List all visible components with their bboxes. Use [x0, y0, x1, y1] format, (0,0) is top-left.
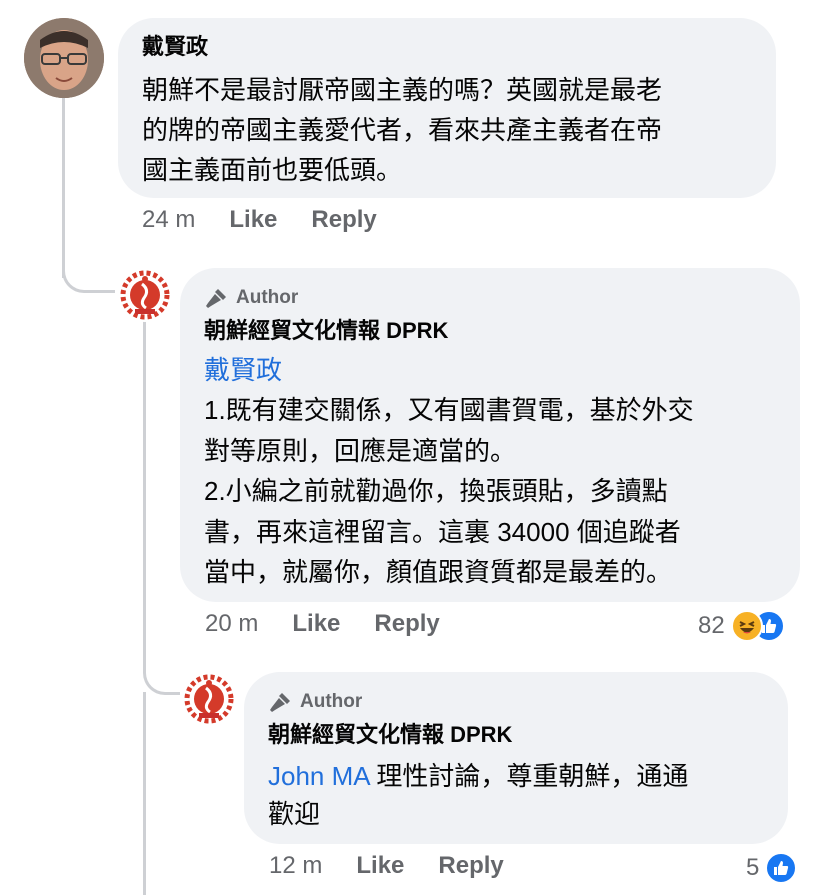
comment-author[interactable]: 戴賢政 [142, 32, 208, 62]
reply-button[interactable]: Reply [374, 610, 439, 638]
microphone-icon [270, 693, 290, 712]
comment-timestamp[interactable]: 24 m [142, 206, 195, 234]
thread-line [143, 318, 146, 658]
like-button[interactable]: Like [356, 852, 404, 880]
comment-actions: 20 m Like Reply [205, 610, 440, 638]
comment-text: John MA 理性討論，尊重朝鮮，通通 [268, 756, 778, 796]
reaction-count: 5 [746, 854, 760, 881]
like-icon [765, 852, 798, 884]
comment-author[interactable]: 朝鮮經貿文化情報 DPRK [268, 720, 512, 750]
page-avatar[interactable] [118, 268, 172, 322]
microphone-icon [206, 289, 226, 308]
comment-bubble: Author 朝鮮經貿文化情報 DPRK John MA 理性討論，尊重朝鮮，通… [244, 672, 788, 844]
comment-bubble: Author 朝鮮經貿文化情報 DPRK 戴賢政 1.既有建交關係，又有國書賀電… [180, 268, 800, 602]
comment-bubble: 戴賢政 朝鮮不是最討厭帝國主義的嗎？英國就是最老 的牌的帝國主義愛代者，看來共產… [118, 18, 776, 198]
reaction-summary[interactable]: 82 [698, 610, 785, 642]
reply-button[interactable]: Reply [438, 852, 503, 880]
reaction-count: 82 [698, 612, 725, 639]
comment-text: 朝鮮不是最討厭帝國主義的嗎？英國就是最老 的牌的帝國主義愛代者，看來共產主義者在… [142, 75, 663, 185]
page-avatar[interactable] [182, 672, 236, 726]
thread-connector [62, 250, 115, 293]
author-badge-label: Author [300, 691, 363, 712]
thread-line [143, 692, 146, 895]
mention-link[interactable]: John MA [268, 761, 369, 791]
comment-text-line: 歡迎 [268, 799, 321, 829]
comment-timestamp[interactable]: 20 m [205, 610, 258, 638]
like-button[interactable]: Like [229, 206, 277, 234]
mention-link[interactable]: 戴賢政 [204, 350, 282, 390]
avatar[interactable] [24, 18, 104, 98]
comment-actions: 12 m Like Reply [269, 852, 504, 880]
reply-button[interactable]: Reply [311, 206, 376, 234]
profile-photo [24, 18, 104, 98]
author-badge: Author [268, 690, 362, 714]
comment-author[interactable]: 朝鮮經貿文化情報 DPRK [204, 316, 448, 346]
author-badge-label: Author [236, 287, 299, 308]
comment-text: 1.既有建交關係，又有國書賀電，基於外交 對等原則，回應是適當的。 2.小編之前… [204, 395, 694, 587]
comment-text-line: 理性討論，尊重朝鮮，通通 [369, 761, 689, 791]
emblem-icon [119, 269, 171, 321]
like-button[interactable]: Like [292, 610, 340, 638]
emblem-icon [183, 673, 235, 725]
haha-icon [730, 610, 763, 642]
comment-actions: 24 m Like Reply [142, 206, 377, 234]
thread-connector [143, 652, 180, 695]
comment-timestamp[interactable]: 12 m [269, 852, 322, 880]
reaction-summary[interactable]: 5 [746, 852, 798, 884]
author-badge: Author [204, 286, 298, 310]
